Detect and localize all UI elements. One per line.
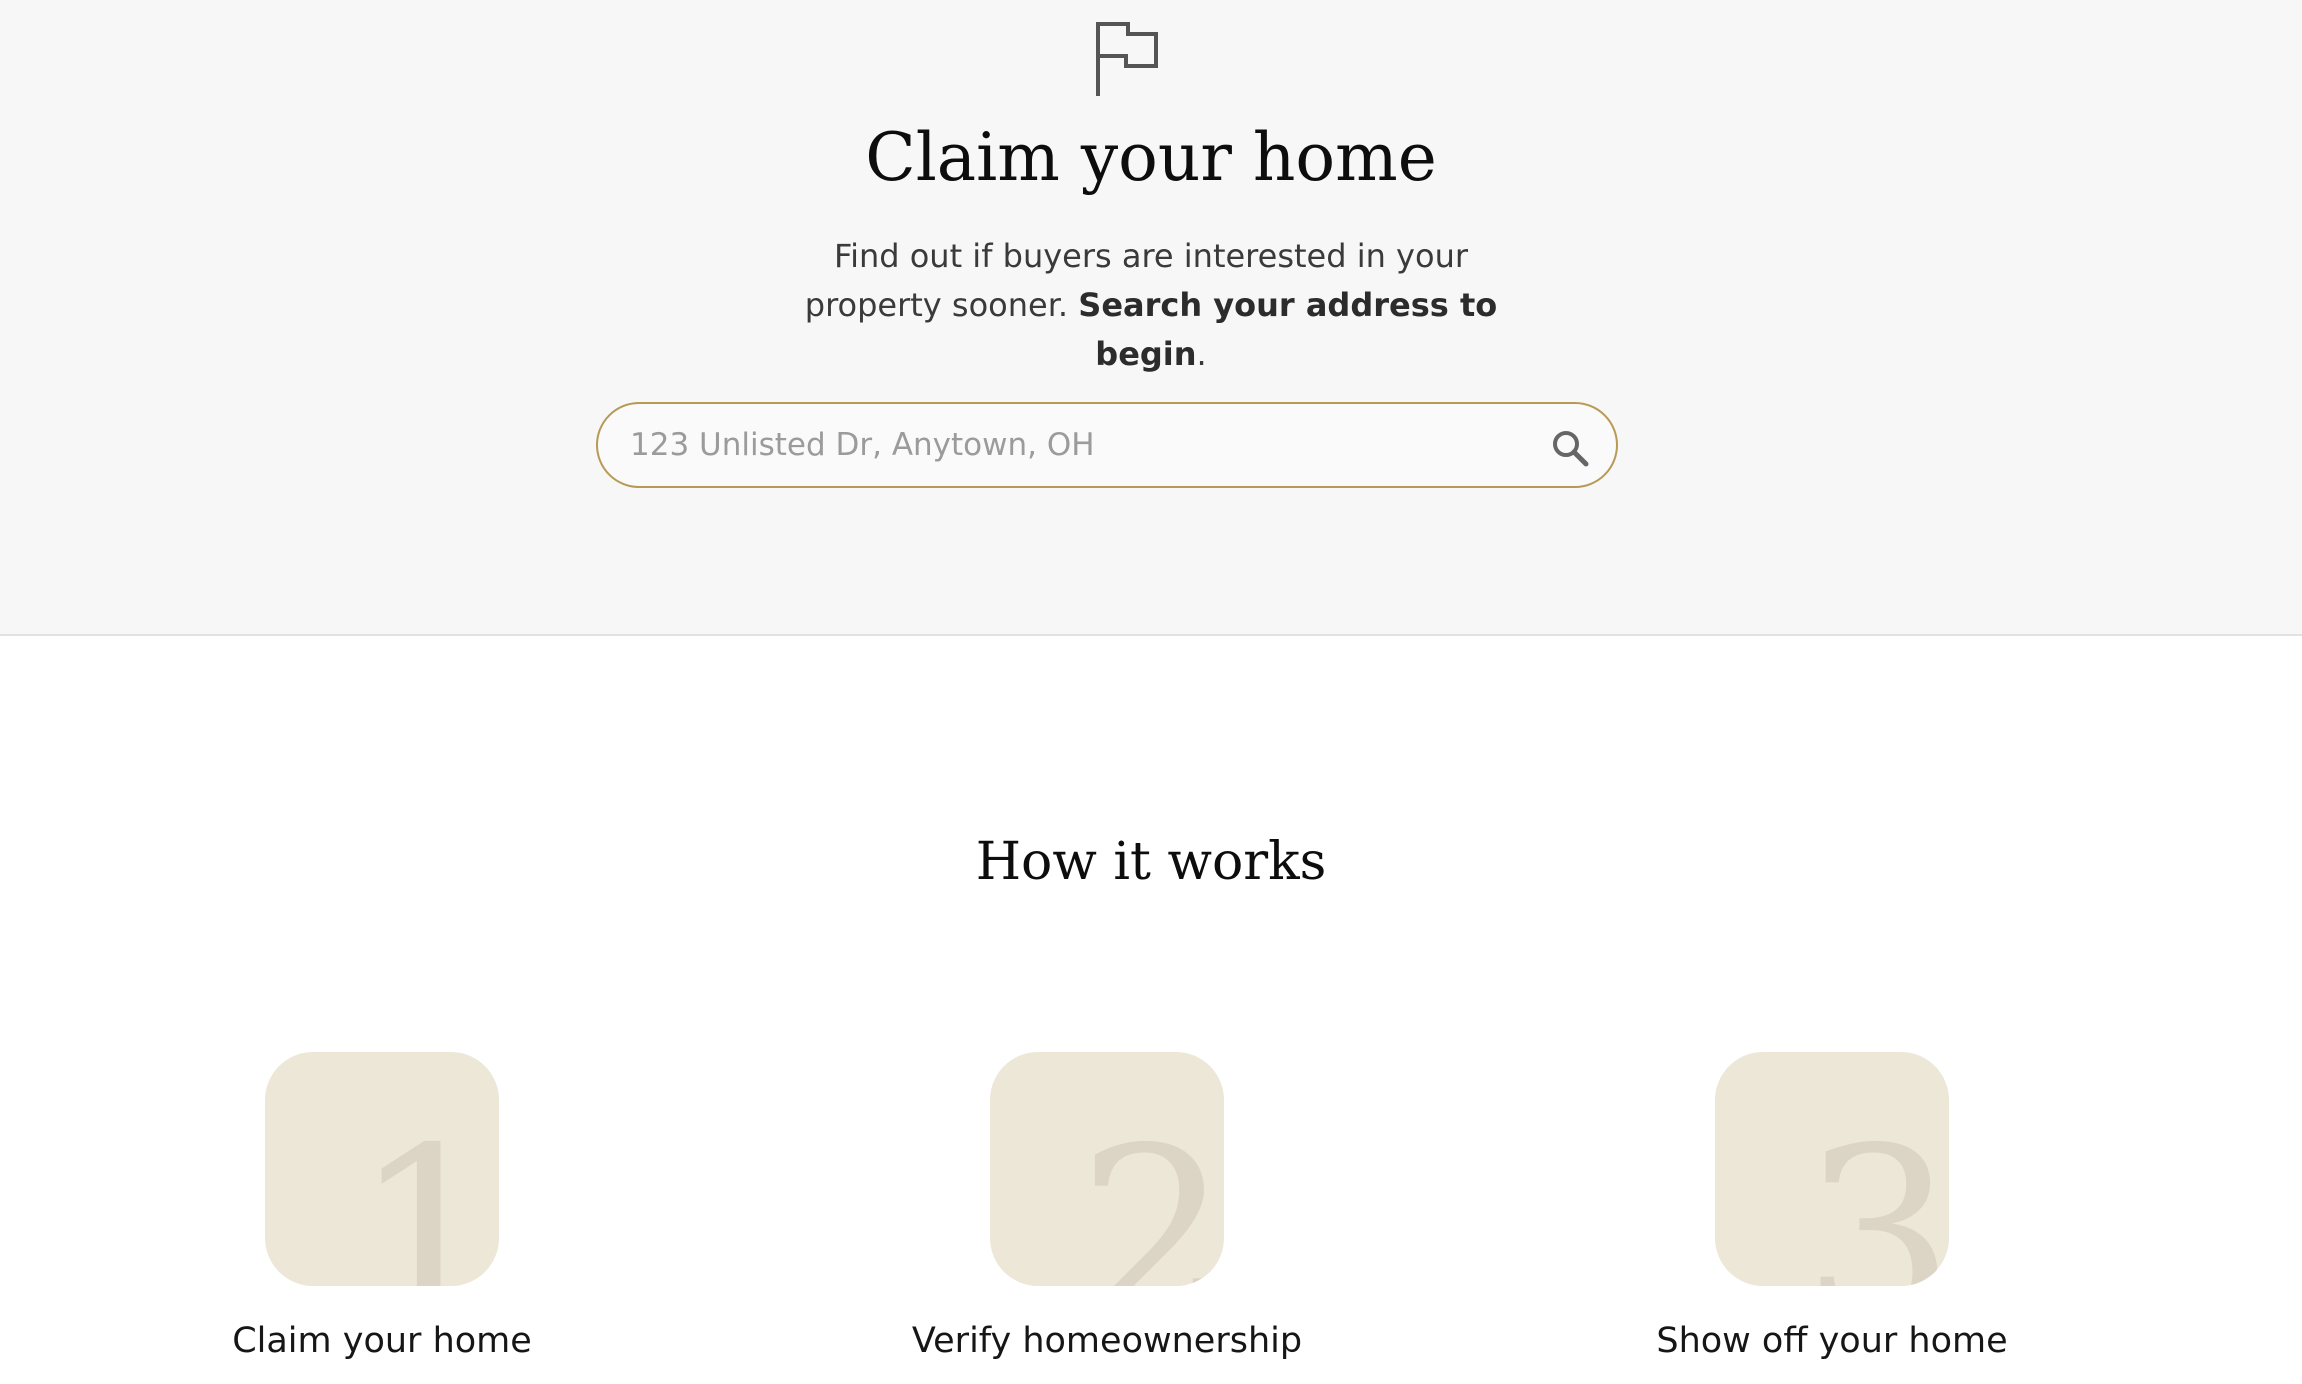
flag-icon [1096,22,1158,96]
step-number-tile: 2 [990,1052,1224,1286]
subtitle-end: . [1196,335,1207,373]
subtitle-bold-cta: Search your address to begin [1078,286,1498,373]
subtitle-line1: Find out if buyers are interested in you… [833,237,1468,275]
step-number-tile: 3 [1715,1052,1949,1286]
search-icon[interactable] [1550,428,1590,468]
address-search-box [596,402,1618,488]
address-search-input[interactable] [630,404,1510,486]
subtitle-line2: property sooner. [804,286,1069,324]
step-label: Verify homeownership [911,1321,1303,1361]
step-number-tile: 1 [265,1052,499,1286]
step-label: Show off your home [1656,1321,2008,1361]
step-number: 1 [352,1096,499,1286]
page-title: Claim your home [865,119,1437,196]
claim-hero: Claim your home Find out if buyers are i… [0,0,2302,636]
step-label: Claim your home [232,1321,532,1361]
hero-subtitle: Find out if buyers are interested in you… [751,232,1551,379]
step-number: 2 [1077,1096,1224,1286]
how-it-works-title: How it works [975,832,1327,892]
step-number: 3 [1802,1096,1949,1286]
